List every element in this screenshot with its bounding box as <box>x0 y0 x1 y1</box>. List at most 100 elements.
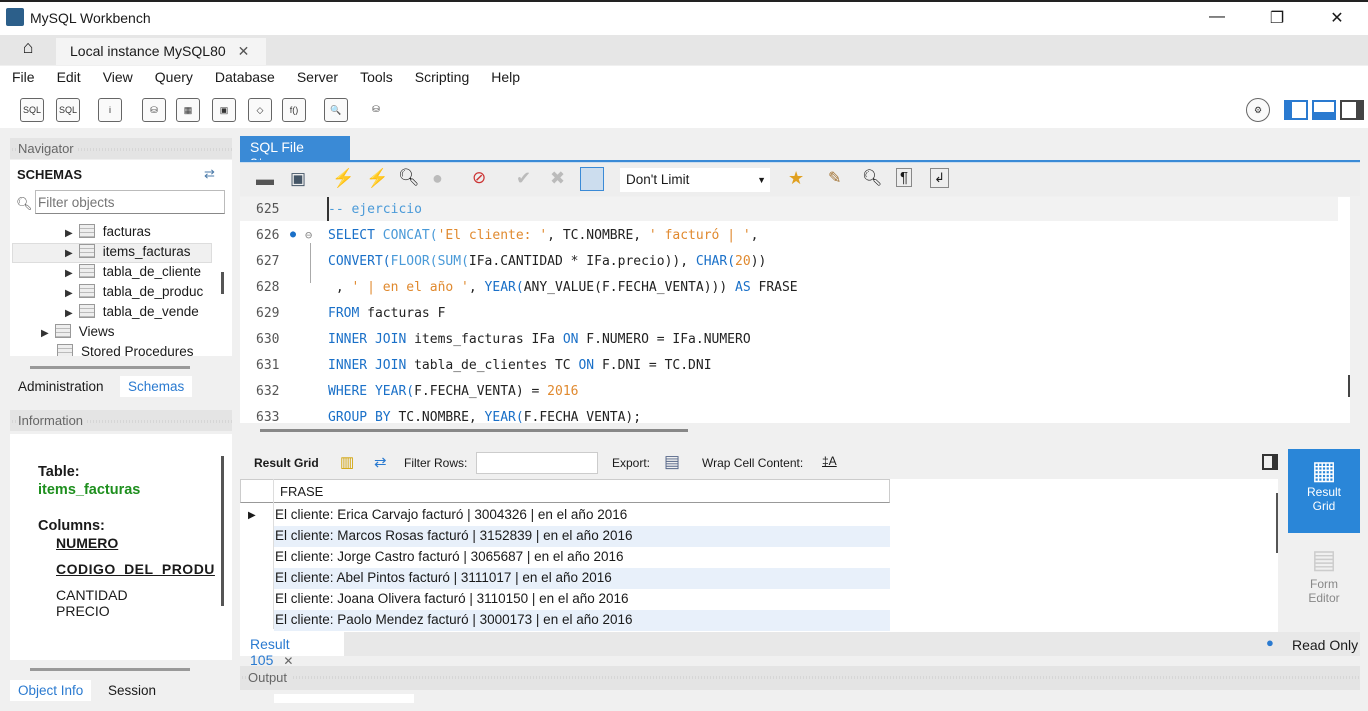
filter-rows-label: Filter Rows: <box>404 456 468 470</box>
tab-local-instance[interactable]: Local instance MySQL80 ✕ <box>56 38 266 65</box>
code-token: F.FECHA_VENTA); <box>523 410 642 423</box>
filter-rows-input[interactable] <box>476 452 598 474</box>
menu-scripting[interactable]: Scripting <box>403 66 479 85</box>
tree-item-facturas[interactable]: ▶ facturas <box>65 224 151 239</box>
tab-session[interactable]: Session <box>100 680 164 701</box>
execute-icon[interactable]: ⚡ <box>332 168 354 189</box>
close-tab-icon[interactable]: ✕ <box>238 43 250 59</box>
autocommit-toggle[interactable] <box>580 167 604 191</box>
tree-label: tabla_de_vende <box>102 304 199 319</box>
grid-layout-icon[interactable]: ▥ <box>340 453 354 471</box>
output-action-select[interactable] <box>274 694 414 703</box>
wrap-lines-icon[interactable]: ↲ <box>930 168 949 188</box>
result-grid-side-button[interactable]: ▦ Result Grid <box>1288 449 1360 533</box>
execute-current-icon[interactable]: ⚡ <box>366 168 388 189</box>
find-icon[interactable]: 🔍︎ <box>862 168 882 188</box>
table-row[interactable]: El cliente: Erica Carvajo facturó | 3004… <box>274 505 890 526</box>
info-horizontal-scrollbar[interactable] <box>30 668 190 671</box>
menu-file[interactable]: File <box>0 66 45 85</box>
table-row[interactable]: El cliente: Paolo Mendez facturó | 30001… <box>274 610 890 631</box>
menu-tools[interactable]: Tools <box>348 66 403 85</box>
grid-scrollbar[interactable] <box>1276 493 1278 553</box>
tree-label: tabla_de_produc <box>102 284 204 299</box>
invisible-chars-icon[interactable]: ¶ <box>896 168 913 187</box>
commit-icon[interactable]: ✔ <box>516 168 531 189</box>
toggle-sidebar-icon[interactable] <box>1284 100 1308 120</box>
rollback-icon[interactable]: ✖ <box>550 168 565 189</box>
result-grid-label[interactable]: Result Grid <box>254 456 319 470</box>
search-table-data-icon[interactable]: 🔍 <box>324 98 348 122</box>
menu-edit[interactable]: Edit <box>45 66 91 85</box>
column-header-frase[interactable]: FRASE <box>280 484 323 499</box>
create-schema-icon[interactable]: ⛁ <box>142 98 166 122</box>
sql-editor[interactable]: 625 -- ejercicio 626 SELECT CONCAT('El clie… <box>240 197 1350 423</box>
export-icon[interactable]: ▤ <box>664 452 680 472</box>
tab-schemas[interactable]: Schemas <box>120 376 193 397</box>
code-token: F.DNI = TC.DNI <box>601 358 712 373</box>
inspector-icon[interactable]: i <box>98 98 122 122</box>
table-name: items_facturas <box>38 482 141 498</box>
open-file-icon[interactable]: ▬ <box>256 169 274 190</box>
editor-scrollbar[interactable] <box>1348 375 1350 397</box>
code-line: -- ejercicio <box>328 202 422 217</box>
explain-icon[interactable]: 🔍︎ <box>398 168 420 188</box>
tree-item-tabla-de-clientes[interactable]: ▶ tabla_de_cliente <box>65 264 201 279</box>
minimize-button[interactable]: — <box>1202 8 1232 26</box>
tree-item-items-facturas[interactable]: ▶ items_facturas <box>65 244 191 259</box>
menu-query[interactable]: Query <box>143 66 203 85</box>
tree-item-tabla-de-vendedores[interactable]: ▶ tabla_de_vende <box>65 304 199 319</box>
code-token: F.NUMERO = IFa.NUMERO <box>586 332 751 347</box>
menu-database[interactable]: Database <box>203 66 285 85</box>
reconnect-icon[interactable]: ⛁ <box>364 98 388 122</box>
wrap-cell-icon[interactable]: ‡A <box>822 454 837 468</box>
tree-item-tabla-de-productos[interactable]: ▶ tabla_de_produc <box>65 284 203 299</box>
stop-icon[interactable]: ● <box>432 168 443 189</box>
toggle-secondary-sidebar-icon[interactable] <box>1340 100 1364 120</box>
beautify-icon[interactable]: ✎ <box>828 168 841 188</box>
info-scrollbar[interactable] <box>221 456 224 606</box>
menu-view[interactable]: View <box>91 66 143 85</box>
maximize-button[interactable]: ❐ <box>1262 8 1292 28</box>
tab-sql-file[interactable]: SQL File 2*✕ <box>240 136 350 171</box>
form-editor-button[interactable]: ▤ Form Editor <box>1288 541 1360 621</box>
new-sql-tab-icon[interactable]: SQL <box>20 98 44 122</box>
limit-rows-select[interactable]: Don't Limit ▼ <box>620 168 770 192</box>
close-button[interactable]: ✕ <box>1322 8 1352 28</box>
result-grid[interactable]: FRASE ▶ El cliente: Erica Carvajo factur… <box>240 479 1278 632</box>
create-function-icon[interactable]: f() <box>282 98 306 122</box>
home-icon[interactable]: ⌂ <box>8 37 48 63</box>
line-number: 626 <box>256 228 280 243</box>
tree-item-stored-procedures[interactable]: Stored Procedures <box>57 344 194 356</box>
horizontal-scrollbar[interactable] <box>30 366 190 369</box>
tree-scrollbar[interactable] <box>221 272 224 294</box>
toggle-error-icon[interactable]: ⊘ <box>472 168 486 188</box>
refresh-icon[interactable]: ⇄ <box>204 166 215 182</box>
toggle-panel-icon[interactable] <box>1262 454 1278 470</box>
tab-administration[interactable]: Administration <box>10 376 112 397</box>
create-view-icon[interactable]: ▣ <box>212 98 236 122</box>
tab-result-105[interactable]: Result 105 ✕ <box>240 632 344 668</box>
editor-horizontal-scrollbar[interactable] <box>260 429 688 432</box>
add-snippet-icon[interactable]: ★ <box>788 168 804 189</box>
table-row[interactable]: El cliente: Abel Pintos facturó | 311101… <box>274 568 890 589</box>
filter-objects-input[interactable] <box>35 190 225 214</box>
menu-help[interactable]: Help <box>479 66 530 85</box>
tab-object-info[interactable]: Object Info <box>10 680 92 701</box>
table-row[interactable]: El cliente: Jorge Castro facturó | 30656… <box>274 547 890 568</box>
navigator-title: Navigator <box>18 141 78 156</box>
tree-item-views[interactable]: ▶ Views <box>41 324 114 339</box>
fold-icon[interactable]: ⊖ <box>305 228 312 242</box>
create-procedure-icon[interactable]: ◇ <box>248 98 272 122</box>
save-icon[interactable]: ▣ <box>290 169 306 189</box>
create-table-icon[interactable]: ▦ <box>176 98 200 122</box>
preferences-icon[interactable]: ⚙ <box>1246 98 1270 122</box>
refresh-icon[interactable]: ⇄ <box>374 453 387 471</box>
open-sql-script-icon[interactable]: SQL <box>56 98 80 122</box>
toggle-output-icon[interactable] <box>1312 100 1336 120</box>
menu-server[interactable]: Server <box>285 66 348 85</box>
information-header: Information <box>10 410 232 431</box>
table-row[interactable]: El cliente: Joana Olivera facturó | 3110… <box>274 589 890 610</box>
table-row[interactable]: El cliente: Marcos Rosas facturó | 31528… <box>274 526 890 547</box>
code-token: -- ejercicio <box>328 202 422 217</box>
grid-icon: ▦ <box>1311 455 1337 485</box>
